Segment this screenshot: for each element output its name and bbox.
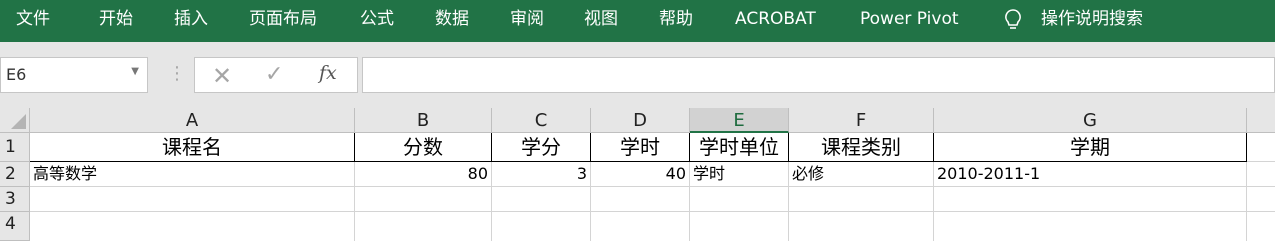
chevron-down-icon[interactable]: ▼: [131, 66, 139, 77]
row-header-4[interactable]: 4: [0, 212, 30, 241]
column-header-e[interactable]: E: [690, 108, 789, 133]
cell-d3[interactable]: [591, 187, 690, 212]
cell-e2[interactable]: 学时: [690, 162, 789, 187]
cell-f1[interactable]: 课程类别: [789, 133, 934, 162]
lightbulb-icon[interactable]: [1002, 8, 1024, 32]
cell-h2[interactable]: [1247, 162, 1275, 187]
cell-c4[interactable]: [492, 212, 591, 241]
column-header-g[interactable]: G: [934, 108, 1247, 133]
cell-a2[interactable]: 高等数学: [30, 162, 355, 187]
cell-g1[interactable]: 学期: [934, 133, 1247, 162]
column-header-a[interactable]: A: [30, 108, 355, 133]
column-header-c[interactable]: C: [492, 108, 591, 133]
ribbon-tab-bar: 文件 开始 插入 页面布局 公式 数据 审阅 视图 帮助 ACROBAT Pow…: [0, 0, 1275, 42]
tab-acrobat[interactable]: ACROBAT: [735, 0, 816, 38]
cell-h4[interactable]: [1247, 212, 1275, 241]
select-all-triangle-icon: [11, 114, 26, 129]
splitter-handle[interactable]: ⋮: [168, 62, 186, 86]
tab-power-pivot[interactable]: Power Pivot: [860, 0, 959, 38]
tab-file[interactable]: 文件: [16, 0, 50, 38]
cell-b2[interactable]: 80: [355, 162, 492, 187]
cell-h1[interactable]: [1247, 133, 1275, 162]
row-header-3[interactable]: 3: [0, 187, 30, 212]
cell-b3[interactable]: [355, 187, 492, 212]
tab-home[interactable]: 开始: [99, 0, 133, 38]
tab-data[interactable]: 数据: [435, 0, 469, 38]
cell-a4[interactable]: [30, 212, 355, 241]
tab-help[interactable]: 帮助: [659, 0, 693, 38]
cell-f4[interactable]: [789, 212, 934, 241]
cell-d4[interactable]: [591, 212, 690, 241]
cell-g4[interactable]: [934, 212, 1247, 241]
cell-c1[interactable]: 学分: [492, 133, 591, 162]
tab-insert[interactable]: 插入: [174, 0, 208, 38]
cell-c3[interactable]: [492, 187, 591, 212]
cell-d1[interactable]: 学时: [591, 133, 690, 162]
cell-e1[interactable]: 学时单位: [690, 133, 789, 162]
tell-me-search[interactable]: 操作说明搜索: [1041, 0, 1143, 38]
select-all-button[interactable]: [0, 108, 30, 133]
name-box-value: E6: [6, 65, 27, 84]
row-header-2[interactable]: 2: [0, 162, 30, 187]
row-header-1[interactable]: 1: [0, 133, 30, 162]
tab-page-layout[interactable]: 页面布局: [249, 0, 317, 38]
cell-b4[interactable]: [355, 212, 492, 241]
formula-input[interactable]: [362, 57, 1275, 93]
column-header-d[interactable]: D: [591, 108, 690, 133]
worksheet-grid: A B C D E F G 1 2 3 4 课程名 分数 学分 学时 学时单位 …: [0, 108, 1275, 241]
cell-d2[interactable]: 40: [591, 162, 690, 187]
cell-f3[interactable]: [789, 187, 934, 212]
column-header-b[interactable]: B: [355, 108, 492, 133]
cell-g2[interactable]: 2010-2011-1: [934, 162, 1247, 187]
tab-formulas[interactable]: 公式: [360, 0, 394, 38]
formula-buttons: ✕ ✓ fx: [194, 57, 358, 93]
cell-a1[interactable]: 课程名: [30, 133, 355, 162]
tab-review[interactable]: 审阅: [510, 0, 544, 38]
column-header-overflow[interactable]: [1247, 108, 1275, 133]
cell-h3[interactable]: [1247, 187, 1275, 212]
cell-b1[interactable]: 分数: [355, 133, 492, 162]
name-box[interactable]: E6 ▼: [0, 57, 148, 93]
ribbon-gap: [0, 42, 1275, 56]
insert-function-icon[interactable]: fx: [319, 62, 337, 84]
column-header-f[interactable]: F: [789, 108, 934, 133]
cell-f2[interactable]: 必修: [789, 162, 934, 187]
cancel-icon[interactable]: ✕: [212, 62, 232, 90]
tab-view[interactable]: 视图: [584, 0, 618, 38]
cell-a3[interactable]: [30, 187, 355, 212]
cell-c2[interactable]: 3: [492, 162, 591, 187]
enter-check-icon[interactable]: ✓: [265, 62, 283, 87]
cell-e3[interactable]: [690, 187, 789, 212]
cell-g3[interactable]: [934, 187, 1247, 212]
cell-e4[interactable]: [690, 212, 789, 241]
